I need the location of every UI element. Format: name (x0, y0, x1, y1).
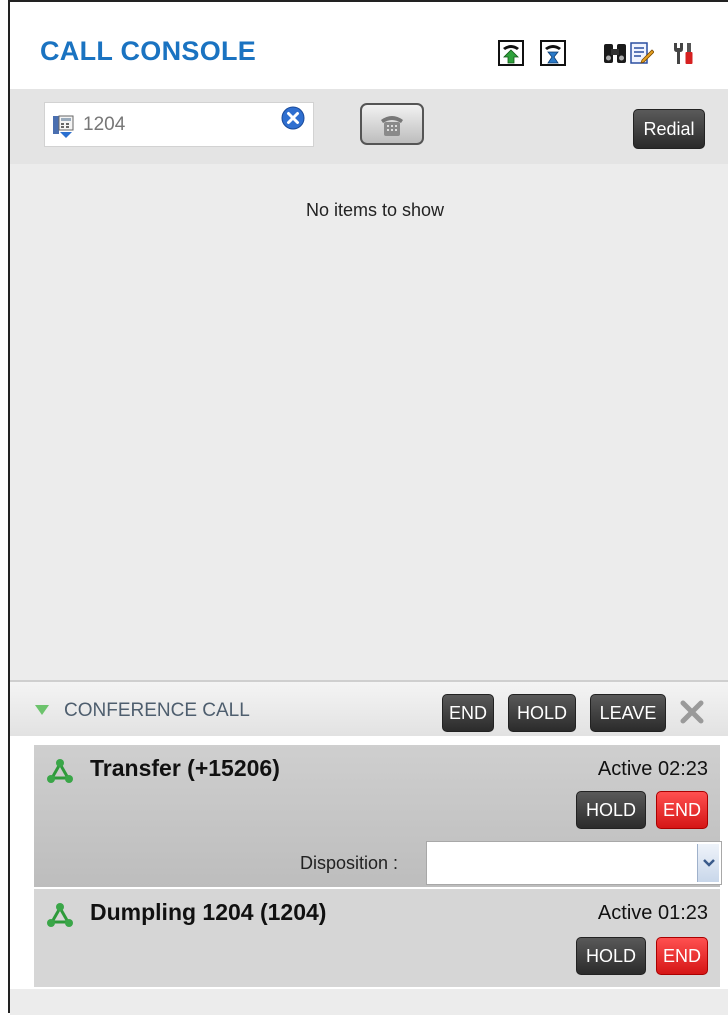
conference-participant-icon (47, 759, 73, 783)
dial-number-input[interactable] (81, 111, 271, 139)
conference-title: CONFERENCE CALL (64, 700, 250, 721)
chevron-down-icon[interactable] (697, 844, 719, 882)
dial-bar: Redial (10, 89, 728, 164)
participant-end-button[interactable]: END (656, 791, 708, 829)
participant-name: Dumpling 1204 (1204) (90, 899, 327, 925)
panel-footer (10, 989, 728, 1015)
disposition-select[interactable] (426, 841, 722, 885)
call-history-icon[interactable] (540, 40, 566, 66)
participant-hold-button[interactable]: HOLD (576, 791, 646, 829)
conference-hold-button[interactable]: HOLD (508, 694, 576, 732)
conference-end-button[interactable]: END (442, 694, 494, 732)
participant-status: Active 02:23 (597, 758, 708, 780)
phonebook-icon[interactable] (51, 113, 77, 139)
call-list: No items to show (10, 164, 728, 680)
call-console-panel: CALL CONSOLE 1204 Redial No items to sho… (8, 0, 728, 1015)
redial-button[interactable]: Redial (633, 109, 705, 149)
close-icon[interactable] (678, 698, 706, 726)
conference-header[interactable]: CONFERENCE CALL END HOLD LEAVE (10, 680, 728, 736)
settings-tools-icon[interactable] (670, 40, 696, 66)
participant-status: Active 01:23 (597, 902, 708, 924)
participant-name: Transfer (+15206) (90, 755, 280, 781)
console-header: CALL CONSOLE (10, 2, 728, 88)
notes-icon[interactable] (628, 40, 654, 66)
participant-end-button[interactable]: END (656, 937, 708, 975)
call-forward-icon[interactable] (498, 40, 524, 66)
dial-call-button[interactable] (360, 103, 424, 145)
participant-row[interactable]: Transfer (+15206) Active 02:23 HOLD END … (34, 745, 722, 887)
participant-row[interactable]: Dumpling 1204 (1204) Active 01:23 HOLD E… (34, 889, 720, 987)
disposition-label: Disposition : (300, 853, 399, 873)
dial-number-field[interactable] (44, 102, 314, 147)
page-title: CALL CONSOLE (40, 36, 257, 66)
empty-list-message: No items to show (305, 200, 445, 220)
directory-search-icon[interactable] (602, 40, 628, 66)
participant-hold-button[interactable]: HOLD (576, 937, 646, 975)
collapse-triangle-icon[interactable] (34, 704, 50, 716)
clear-input-icon[interactable] (280, 105, 306, 131)
phone-icon (381, 116, 403, 136)
conference-leave-button[interactable]: LEAVE (590, 694, 666, 732)
conference-participant-icon (47, 903, 73, 927)
